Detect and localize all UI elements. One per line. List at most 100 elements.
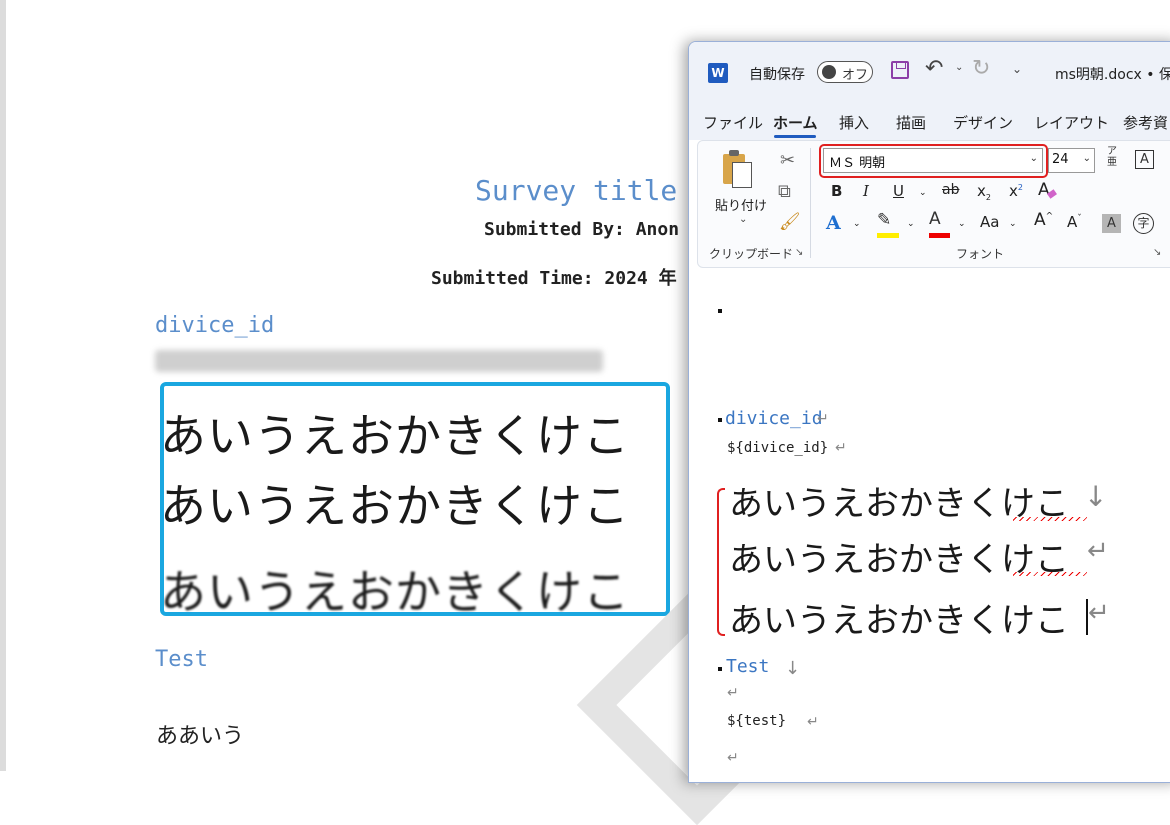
tab-file[interactable]: ファイル [703,112,763,133]
survey-title: Survey title [475,174,678,207]
format-painter-icon[interactable]: 🖌 [779,212,801,232]
word-document-body[interactable] [689,268,1170,782]
phonetic-bottom: 亜 [1107,157,1117,168]
superscript-button[interactable]: x2 [1009,182,1023,200]
clipboard-sheet [732,162,752,188]
tab-draw[interactable]: 描画 [896,112,926,133]
highlight-color-swatch [877,233,899,238]
highlight-box [160,382,670,616]
word-placeholder-test: ${test} [727,713,787,729]
caret-up-icon: ^ [1045,211,1054,222]
highlighter-icon[interactable]: ✎ [877,210,891,230]
font-color-button[interactable]: A [929,209,941,229]
spellcheck-squiggle [1013,572,1087,576]
test-value: ああいう [156,724,245,749]
superscript-mark: 2 [1017,183,1023,192]
cut-icon[interactable]: ✂ [780,150,795,171]
document-title: ms明朝.docx • 保 [1055,67,1170,83]
paragraph-mark [718,667,722,671]
word-field-label-test: Test [726,656,770,677]
return-mark-icon: ↵ [817,411,829,427]
font-color-swatch [929,233,950,238]
red-bracket-annotation [717,488,725,636]
subscript-mark: 2 [985,193,991,202]
grow-font-letter: A [1034,210,1046,230]
return-mark-icon: ↵ [835,440,847,456]
clipboard-launcher-icon[interactable]: ↘ [795,247,803,258]
autosave-state: オフ [842,68,869,83]
clipboard-clip [729,150,739,156]
superscript-letter: x [1009,182,1018,200]
word-japanese-line: あいうえおかきくけこ [729,601,1069,641]
save-icon[interactable] [891,61,909,79]
return-mark-icon: ↵ [727,750,739,766]
paste-icon[interactable] [723,150,753,188]
paste-button[interactable]: 貼り付け [715,195,767,214]
tab-references[interactable]: 参考資 [1123,112,1168,133]
tab-layout[interactable]: レイアウト [1034,112,1109,133]
italic-button[interactable]: I [863,182,869,200]
tab-design[interactable]: デザイン [953,112,1013,133]
subscript-letter: x [977,182,986,200]
word-placeholder-divice-id: ${divice_id} [727,440,829,456]
active-tab-indicator [774,135,816,138]
undo-menu-chevron-icon[interactable]: ⌄ [955,62,963,73]
highlight-chevron-icon[interactable]: ⌄ [907,219,915,229]
tab-insert[interactable]: 挿入 [839,112,869,133]
customize-toolbar-icon[interactable]: ⌄ [1012,62,1022,76]
clear-formatting-icon[interactable]: A [1038,180,1057,200]
field-label-test: Test [155,647,208,672]
character-border-icon[interactable]: A [1135,150,1154,169]
preview-left-edge [0,0,6,771]
caret-down-icon: ˇ [1077,214,1082,224]
grow-font-button[interactable]: A^ [1034,210,1053,230]
bold-button[interactable]: B [831,182,842,200]
autosave-toggle[interactable]: オフ [817,61,873,83]
group-divider [810,148,811,258]
blurred-device-id-value [155,350,603,372]
text-effects-chevron-icon[interactable]: ⌄ [853,219,861,229]
word-window: W 自動保存 オフ ↶ ⌄ ↻ ⌄ ms明朝.docx • 保 ファイル ホーム… [688,41,1170,783]
word-field-label-divice-id: divice_id [725,408,823,429]
font-color-chevron-icon[interactable]: ⌄ [958,219,966,229]
chevron-down-icon: ⌄ [1082,153,1091,164]
subscript-button[interactable]: x2 [977,182,991,202]
return-mark-icon: ↵ [727,685,739,701]
line-break-mark-icon: ↓ [1084,480,1108,513]
title-bar: W 自動保存 オフ ↶ ⌄ ↻ ⌄ ms明朝.docx • 保 [689,42,1170,102]
phonetic-top: ア [1107,146,1117,157]
shrink-font-button[interactable]: Aˇ [1067,213,1082,231]
copy-icon[interactable]: ⧉ [778,181,791,202]
text-effects-button[interactable]: A [826,212,841,234]
word-app-icon: W [708,63,728,83]
strikethrough-button[interactable]: ab [942,182,959,198]
paste-menu-chevron-icon[interactable]: ⌄ [739,214,747,225]
font-group-label: フォント [956,247,1005,261]
toggle-knob [822,65,836,79]
change-case-button[interactable]: Aa [980,213,999,231]
line-break-mark-icon: ↓ [785,658,801,679]
clipboard-group-label: クリップボード [709,247,794,261]
submitted-by: Submitted By: Anon [484,219,680,240]
tab-home[interactable]: ホーム [773,112,818,133]
undo-icon[interactable]: ↶ [925,56,943,81]
font-size-dropdown[interactable]: 24 ⌄ [1048,148,1095,173]
character-shading-icon[interactable]: A [1102,214,1121,233]
redo-icon[interactable]: ↻ [972,56,990,81]
field-label-divice-id: divice_id [155,313,275,338]
underline-menu-chevron-icon[interactable]: ⌄ [919,188,927,198]
return-mark-icon: ↵ [1088,598,1110,628]
paragraph-mark [718,309,722,313]
enclose-characters-icon[interactable]: 字 [1133,213,1154,234]
paragraph-mark [718,418,722,422]
ribbon-tabs: ファイル ホーム 挿入 描画 デザイン レイアウト 参考資 [689,102,1170,140]
spellcheck-squiggle [1013,517,1087,521]
shrink-font-letter: A [1067,213,1078,231]
submitted-time: Submitted Time: 2024 年 [431,268,677,289]
font-name-highlight [819,144,1048,178]
font-launcher-icon[interactable]: ↘ [1153,247,1161,258]
underline-button[interactable]: U [893,182,904,200]
autosave-label: 自動保存 [749,67,805,83]
phonetic-guide-icon[interactable]: ア亜 [1107,146,1117,168]
change-case-chevron-icon[interactable]: ⌄ [1009,219,1017,229]
